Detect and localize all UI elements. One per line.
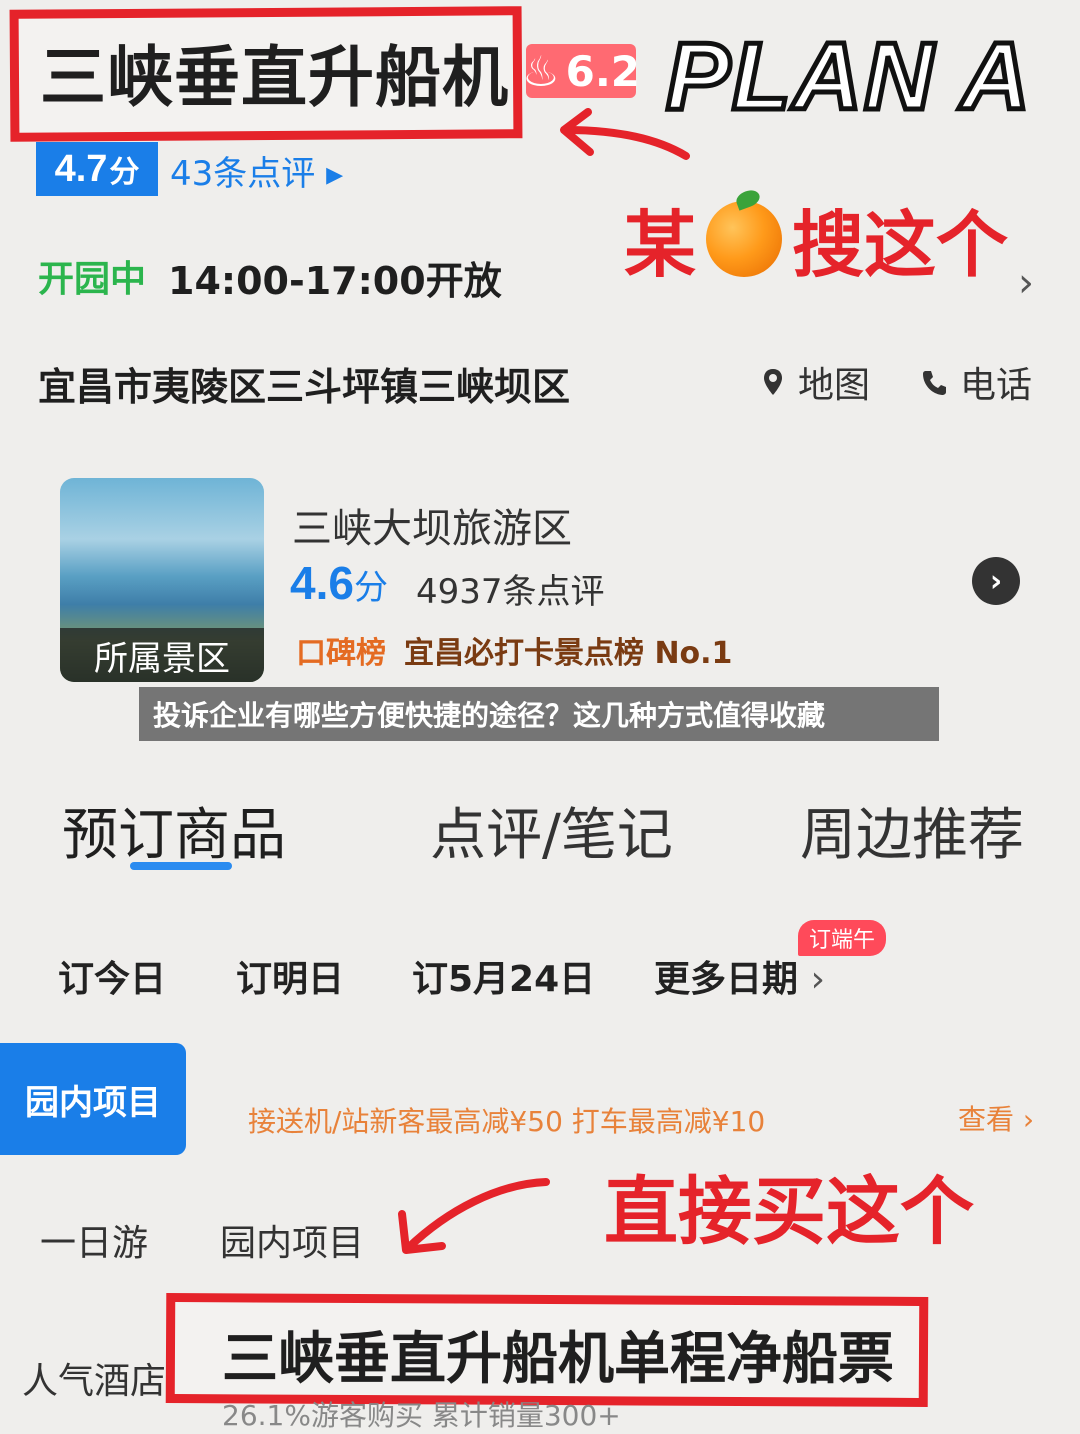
- plan-a-annotation: PLAN A: [664, 21, 1033, 133]
- search-annotation: 某 搜这个: [624, 186, 1008, 291]
- open-status: 开园中: [38, 259, 147, 300]
- side-tab-park-items[interactable]: 园内项目: [0, 1043, 186, 1155]
- ticket-name[interactable]: 三峡垂直升船机单程净船票: [222, 1314, 894, 1395]
- thumbnail-label: 所属景区: [60, 628, 264, 682]
- page-title: 三峡垂直升船机: [40, 39, 509, 116]
- address: 宜昌市夷陵区三斗坪镇三峡坝区: [38, 365, 571, 409]
- phone-label: 电话: [960, 365, 1033, 406]
- map-button[interactable]: 地图: [762, 356, 870, 408]
- chevron-right-icon: ›: [810, 959, 825, 1000]
- rank-badge: 口碑榜: [296, 636, 386, 671]
- phone-icon: [923, 371, 946, 395]
- chevron-right-icon: ›: [1014, 1103, 1035, 1136]
- hotel-label[interactable]: 人气酒店: [22, 1352, 166, 1404]
- dragon-boat-badge: 订端午: [798, 920, 886, 956]
- flame-icon: ♨: [521, 46, 560, 96]
- annotation-arrow-icon: [560, 108, 690, 160]
- date-today[interactable]: 订今日: [58, 950, 166, 1002]
- scenic-score-unit: 分: [353, 569, 388, 607]
- hot-score-badge: ♨ 6.2: [522, 44, 640, 98]
- annotation-arrow-icon: [398, 1178, 550, 1254]
- tab-reviews[interactable]: 点评/笔记: [430, 790, 673, 871]
- ticket-meta: 26.1%游客购买 累计销量300+: [222, 1399, 621, 1432]
- search-annotation-right: 搜这个: [792, 203, 1009, 287]
- active-tab-indicator: [130, 862, 232, 870]
- phone-button[interactable]: 电话: [920, 356, 1032, 408]
- date-more[interactable]: 更多日期 ›: [654, 950, 825, 1002]
- date-may24[interactable]: 订5月24日: [412, 950, 595, 1002]
- promo-text[interactable]: 接送机/站新客最高减¥50 打车最高减¥10: [248, 1100, 765, 1140]
- next-arrow-icon[interactable]: ›: [972, 557, 1020, 605]
- promo-view-link[interactable]: 查看 ›: [958, 1098, 1034, 1138]
- scenic-thumbnail[interactable]: 所属景区: [60, 478, 264, 682]
- date-more-label: 更多日期: [654, 959, 799, 1000]
- scenic-score: 4.6分: [290, 556, 388, 610]
- subtab-day-tour[interactable]: 一日游: [40, 1214, 148, 1266]
- search-annotation-left: 某: [624, 203, 697, 287]
- open-hours: 14:00-17:00开放: [168, 259, 502, 303]
- subtab-park-items[interactable]: 园内项目: [220, 1214, 364, 1266]
- tab-booking[interactable]: 预订商品: [62, 790, 286, 871]
- chevron-right-icon[interactable]: ›: [1018, 260, 1034, 306]
- location-pin-icon: [764, 369, 782, 395]
- orange-icon: [706, 200, 783, 277]
- hot-score-value: 6.2: [565, 46, 641, 96]
- rating-badge: 4.7 分: [36, 142, 158, 196]
- rating-value: 4.7: [54, 147, 108, 190]
- scenic-reviews[interactable]: 4937条点评: [416, 564, 605, 613]
- review-link[interactable]: 43条点评 ▸: [170, 146, 343, 195]
- caption-bar: 投诉企业有哪些方便快捷的途径？这几种方式值得收藏: [139, 687, 939, 741]
- rating-unit: 分: [109, 156, 140, 189]
- date-tomorrow[interactable]: 订明日: [236, 950, 344, 1002]
- scenic-score-value: 4.6: [290, 557, 354, 609]
- tab-nearby[interactable]: 周边推荐: [800, 790, 1024, 871]
- buy-annotation: 直接买这个: [604, 1169, 974, 1255]
- promo-view-label: 查看: [958, 1103, 1015, 1136]
- scenic-name[interactable]: 三峡大坝旅游区: [292, 496, 572, 554]
- rank-text[interactable]: 宜昌必打卡景点榜 No.1: [404, 628, 732, 672]
- map-label: 地图: [798, 365, 871, 406]
